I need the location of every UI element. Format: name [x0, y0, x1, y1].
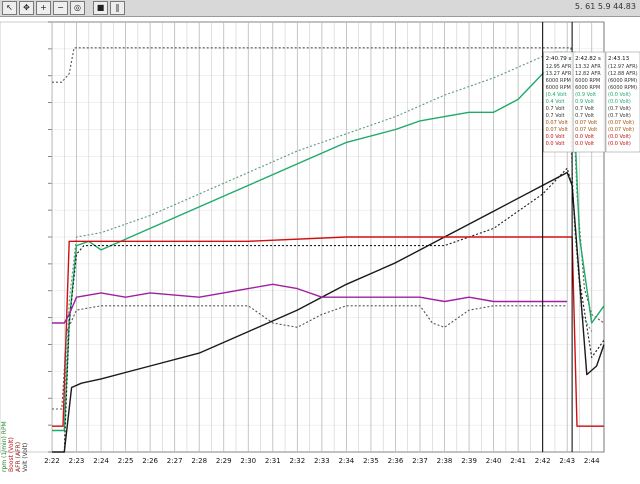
x-tick-label: 2:35: [363, 457, 379, 465]
cursor-panel-value: 0.7 Volt: [575, 113, 594, 119]
x-tick-label: 2:38: [437, 457, 453, 465]
cursor-panel-value: 6000 RPM: [546, 85, 571, 91]
cursor-panel-value: 13.32 AFR: [575, 64, 601, 70]
cursor-panel-value: 6000 RPM: [546, 78, 571, 84]
x-tick-label: 2:33: [314, 457, 330, 465]
cursor-panel-value: 0.7 Volt: [575, 106, 594, 112]
zoom-fit-icon[interactable]: ◎: [70, 1, 85, 15]
cursor-panel-value: (0.7 Volt): [608, 113, 631, 119]
cursor-panel-value: 0.0 Volt: [575, 134, 594, 140]
cursor-panel-value: (0.0 Volt): [608, 99, 631, 105]
zoom-out-icon[interactable]: −: [53, 1, 68, 15]
cursor-panel-value: 0.0 Volt: [546, 134, 565, 140]
cursor-panel-3: 2:43.13(12.97 AFR)(12.88 AFR)(6000 RPM)(…: [605, 51, 640, 153]
x-tick-label: 2:32: [289, 457, 305, 465]
x-tick-label: 2:40: [486, 457, 502, 465]
cursor-panel-time: 2:42.82 s: [575, 56, 601, 62]
cursor-panel-value: (0.7 Volt): [608, 106, 631, 112]
x-tick-label: 2:23: [69, 457, 85, 465]
zoom-in-icon[interactable]: +: [36, 1, 51, 15]
cursor-panel-value: 13.27 AFR: [546, 71, 572, 77]
cursor-panel-value: 6000 RPM: [575, 78, 600, 84]
cursor-panel-value: (0.0 Volt): [608, 141, 631, 147]
left-axis-label: Volt (Volt): [22, 443, 29, 472]
cursor-panel-value: 6000 RPM: [575, 85, 600, 91]
x-tick-label: 2:43: [559, 457, 575, 465]
cursor-panel-value: 0.9 Volt: [575, 99, 594, 105]
x-tick-label: 2:41: [510, 457, 526, 465]
cursor-panel-value: 0.4 Volt: [546, 99, 565, 105]
x-tick-label: 2:27: [167, 457, 183, 465]
left-axis-label: Boost (Volt): [8, 437, 15, 472]
x-tick-label: 2:24: [93, 457, 109, 465]
cursor-panel-value: 0.0 Volt: [546, 141, 565, 147]
cursor-panel-value: 0.0 Volt: [575, 141, 594, 147]
x-tick-label: 2:37: [412, 457, 428, 465]
cursor-panel-value: (12.88 AFR): [608, 71, 638, 77]
x-tick-label: 2:31: [265, 457, 281, 465]
cursor-panel-value: (0.9 Volt: [575, 92, 596, 98]
cursor-panel-value: 0.07 Volt: [546, 120, 568, 126]
toolbar: ↖ ✥ + − ◎ ■ ‖ 5. 61 5.9 44.83: [0, 0, 640, 17]
x-tick-label: 2:30: [240, 457, 256, 465]
cursor-panel-value: 12.82 AFR: [575, 71, 601, 77]
cursor-panel-value: (12.97 AFR): [608, 64, 638, 70]
x-tick-label: 2:22: [44, 457, 60, 465]
pause-icon[interactable]: ‖: [110, 1, 125, 15]
cursor-panel-value: (6000 RPM): [608, 78, 637, 84]
cursor-panel-2: 2:42.82 s13.32 AFR12.82 AFR6000 RPM6000 …: [572, 51, 606, 153]
cursor-panel-time: 2:43.13: [608, 56, 630, 62]
cursor-panel-value: 0.07 Volt: [575, 120, 597, 126]
x-tick-label: 2:39: [461, 457, 477, 465]
left-axis-label: rpm (1/min) RPM: [1, 421, 8, 472]
cursor-panel-value: (6000 RPM): [608, 85, 637, 91]
x-tick-label: 2:28: [191, 457, 207, 465]
cursor-panel-value: (0.4 Volt: [546, 92, 567, 98]
cursor-panel-value: (0.0 Volt): [608, 92, 631, 98]
cursor-panel-value: 0.07 Volt: [546, 127, 568, 133]
x-tick-label: 2:44: [584, 457, 600, 465]
left-axis-strip: [0, 21, 53, 453]
cursor-panel-value: (0.0 Volt): [608, 134, 631, 140]
cursor-icon[interactable]: ↖: [2, 1, 17, 15]
stop-icon[interactable]: ■: [93, 1, 108, 15]
left-axis-label: AFR (AFR): [15, 442, 22, 472]
x-tick-label: 2:36: [388, 457, 404, 465]
x-tick-label: 2:25: [118, 457, 134, 465]
cursor-panel-value: 0.07 Volt: [575, 127, 597, 133]
datalog-chart[interactable]: rpm (1/min) RPM Boost (Volt) AFR (AFR) Volt…: [0, 16, 640, 484]
cursor-panel-time: 2:40.79 s: [546, 56, 572, 62]
cursor-panel-value: (0.07 Volt): [608, 120, 634, 126]
cursor-panel-value: 0.7 Volt: [546, 113, 565, 119]
x-tick-label: 2:42: [535, 457, 551, 465]
cursor-panel-value: (0.07 Volt): [608, 127, 634, 133]
move-icon[interactable]: ✥: [19, 1, 34, 15]
cursor-panel-1: 2:40.79 s12.95 AFR13.27 AFR6000 RPM6000 …: [543, 51, 576, 153]
toolbar-status: 5. 61 5.9 44.83: [574, 2, 636, 11]
x-tick-label: 2:29: [216, 457, 232, 465]
cursor-panel-value: 12.95 AFR: [546, 64, 572, 70]
x-tick-label: 2:26: [142, 457, 158, 465]
x-tick-label: 2:34: [339, 457, 355, 465]
cursor-panel-value: 0.7 Volt: [546, 106, 565, 112]
